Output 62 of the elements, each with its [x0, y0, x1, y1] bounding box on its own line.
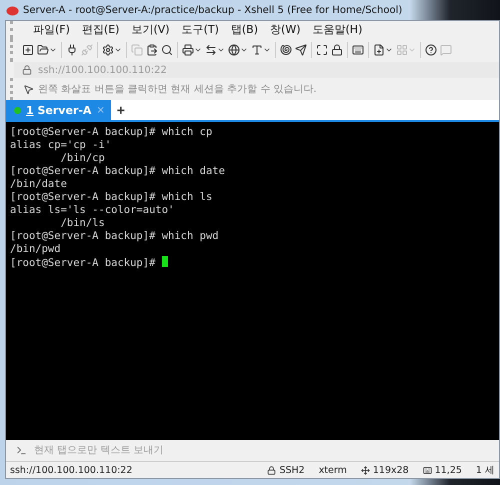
settings-icon: [102, 44, 114, 56]
help-icon: [425, 44, 437, 56]
terminal-line: /bin/ls: [60, 217, 106, 230]
globe-icon: [228, 44, 240, 56]
caret-icon: [263, 46, 271, 54]
caret-icon: [385, 46, 393, 54]
protocol-text: SSH2: [279, 464, 305, 476]
search-icon: [161, 44, 173, 56]
caret-icon: [49, 46, 57, 54]
terminal-type-text: xterm: [318, 464, 347, 476]
unplug-icon: [81, 44, 93, 56]
caret-icon: [240, 46, 248, 54]
session-tab[interactable]: 1 Server-A ×: [6, 100, 111, 120]
layout-icon: [396, 44, 408, 56]
terminal-line: /bin/cp: [60, 152, 106, 165]
terminal-line: alias cp='cp -i': [10, 139, 112, 152]
transfer-icon: [205, 44, 217, 56]
keyboard-icon: [352, 44, 364, 56]
printer-icon: [182, 44, 194, 56]
new-file-icon: [373, 44, 385, 56]
chat-icon: [440, 44, 452, 56]
terminal-line: /bin/pwd: [10, 243, 62, 256]
folder-icon: [37, 44, 49, 56]
new-session-icon: [22, 44, 34, 56]
terminal-line: [root@Server-A backup]# which date: [10, 165, 226, 178]
menu-item[interactable]: 도구(T): [176, 22, 225, 37]
terminal-line: [root@Server-A backup]# which pwd: [10, 230, 220, 243]
caret-icon: [408, 46, 416, 54]
terminal-line: [root@Server-A backup]# which ls: [10, 191, 214, 204]
menu-item[interactable]: 도움말(H): [306, 22, 368, 37]
send-icon: [295, 44, 307, 56]
lock-icon: [267, 466, 276, 474]
tab-label: 1 Server-A: [26, 104, 92, 116]
hint-text: 왼쪽 화살표 버튼을 클릭하면 현재 세션을 추가할 수 있습니다.: [38, 83, 317, 96]
menu-item[interactable]: 편집(E): [76, 22, 126, 37]
sessions-text: 1 세: [476, 464, 495, 476]
terminal-icon: [16, 445, 27, 456]
compose-field[interactable]: 현재 탭으로만 텍스트 보내기: [32, 444, 499, 457]
fullscreen-icon: [316, 44, 328, 56]
terminal-line: /bin/date: [10, 178, 68, 191]
caret-icon: [194, 46, 202, 54]
terminal-line: [root@Server-A backup]#: [10, 256, 495, 270]
menu-item[interactable]: 탭(B): [224, 22, 264, 37]
status-address: ssh://100.100.100.110:22: [10, 464, 134, 476]
app-logo-icon: [6, 4, 19, 16]
pointer-icon: [23, 84, 34, 94]
terminal-line: [root@Server-A backup]# which cp: [10, 126, 214, 139]
lock-icon: [331, 44, 343, 56]
lock-icon: [22, 65, 32, 75]
menu-item[interactable]: 창(W): [264, 22, 306, 37]
copy-icon: [131, 44, 143, 56]
menu-item[interactable]: 보기(V): [125, 22, 176, 37]
caret-icon: [217, 46, 225, 54]
window-title: Server-A - root@Server-A:/practice/backup - Xshell 5 (Free for Home/School): [23, 4, 402, 16]
cursor-position-text: 11,25: [434, 464, 462, 476]
menu-item[interactable]: 파일(F): [27, 22, 76, 37]
paste-icon: [146, 44, 158, 56]
plug-icon: [66, 44, 78, 56]
font-icon: [251, 44, 263, 56]
size-text: 119x28: [372, 464, 409, 476]
caret-icon: [114, 46, 122, 54]
terminal-line: alias ls='ls --color=auto': [10, 204, 176, 217]
